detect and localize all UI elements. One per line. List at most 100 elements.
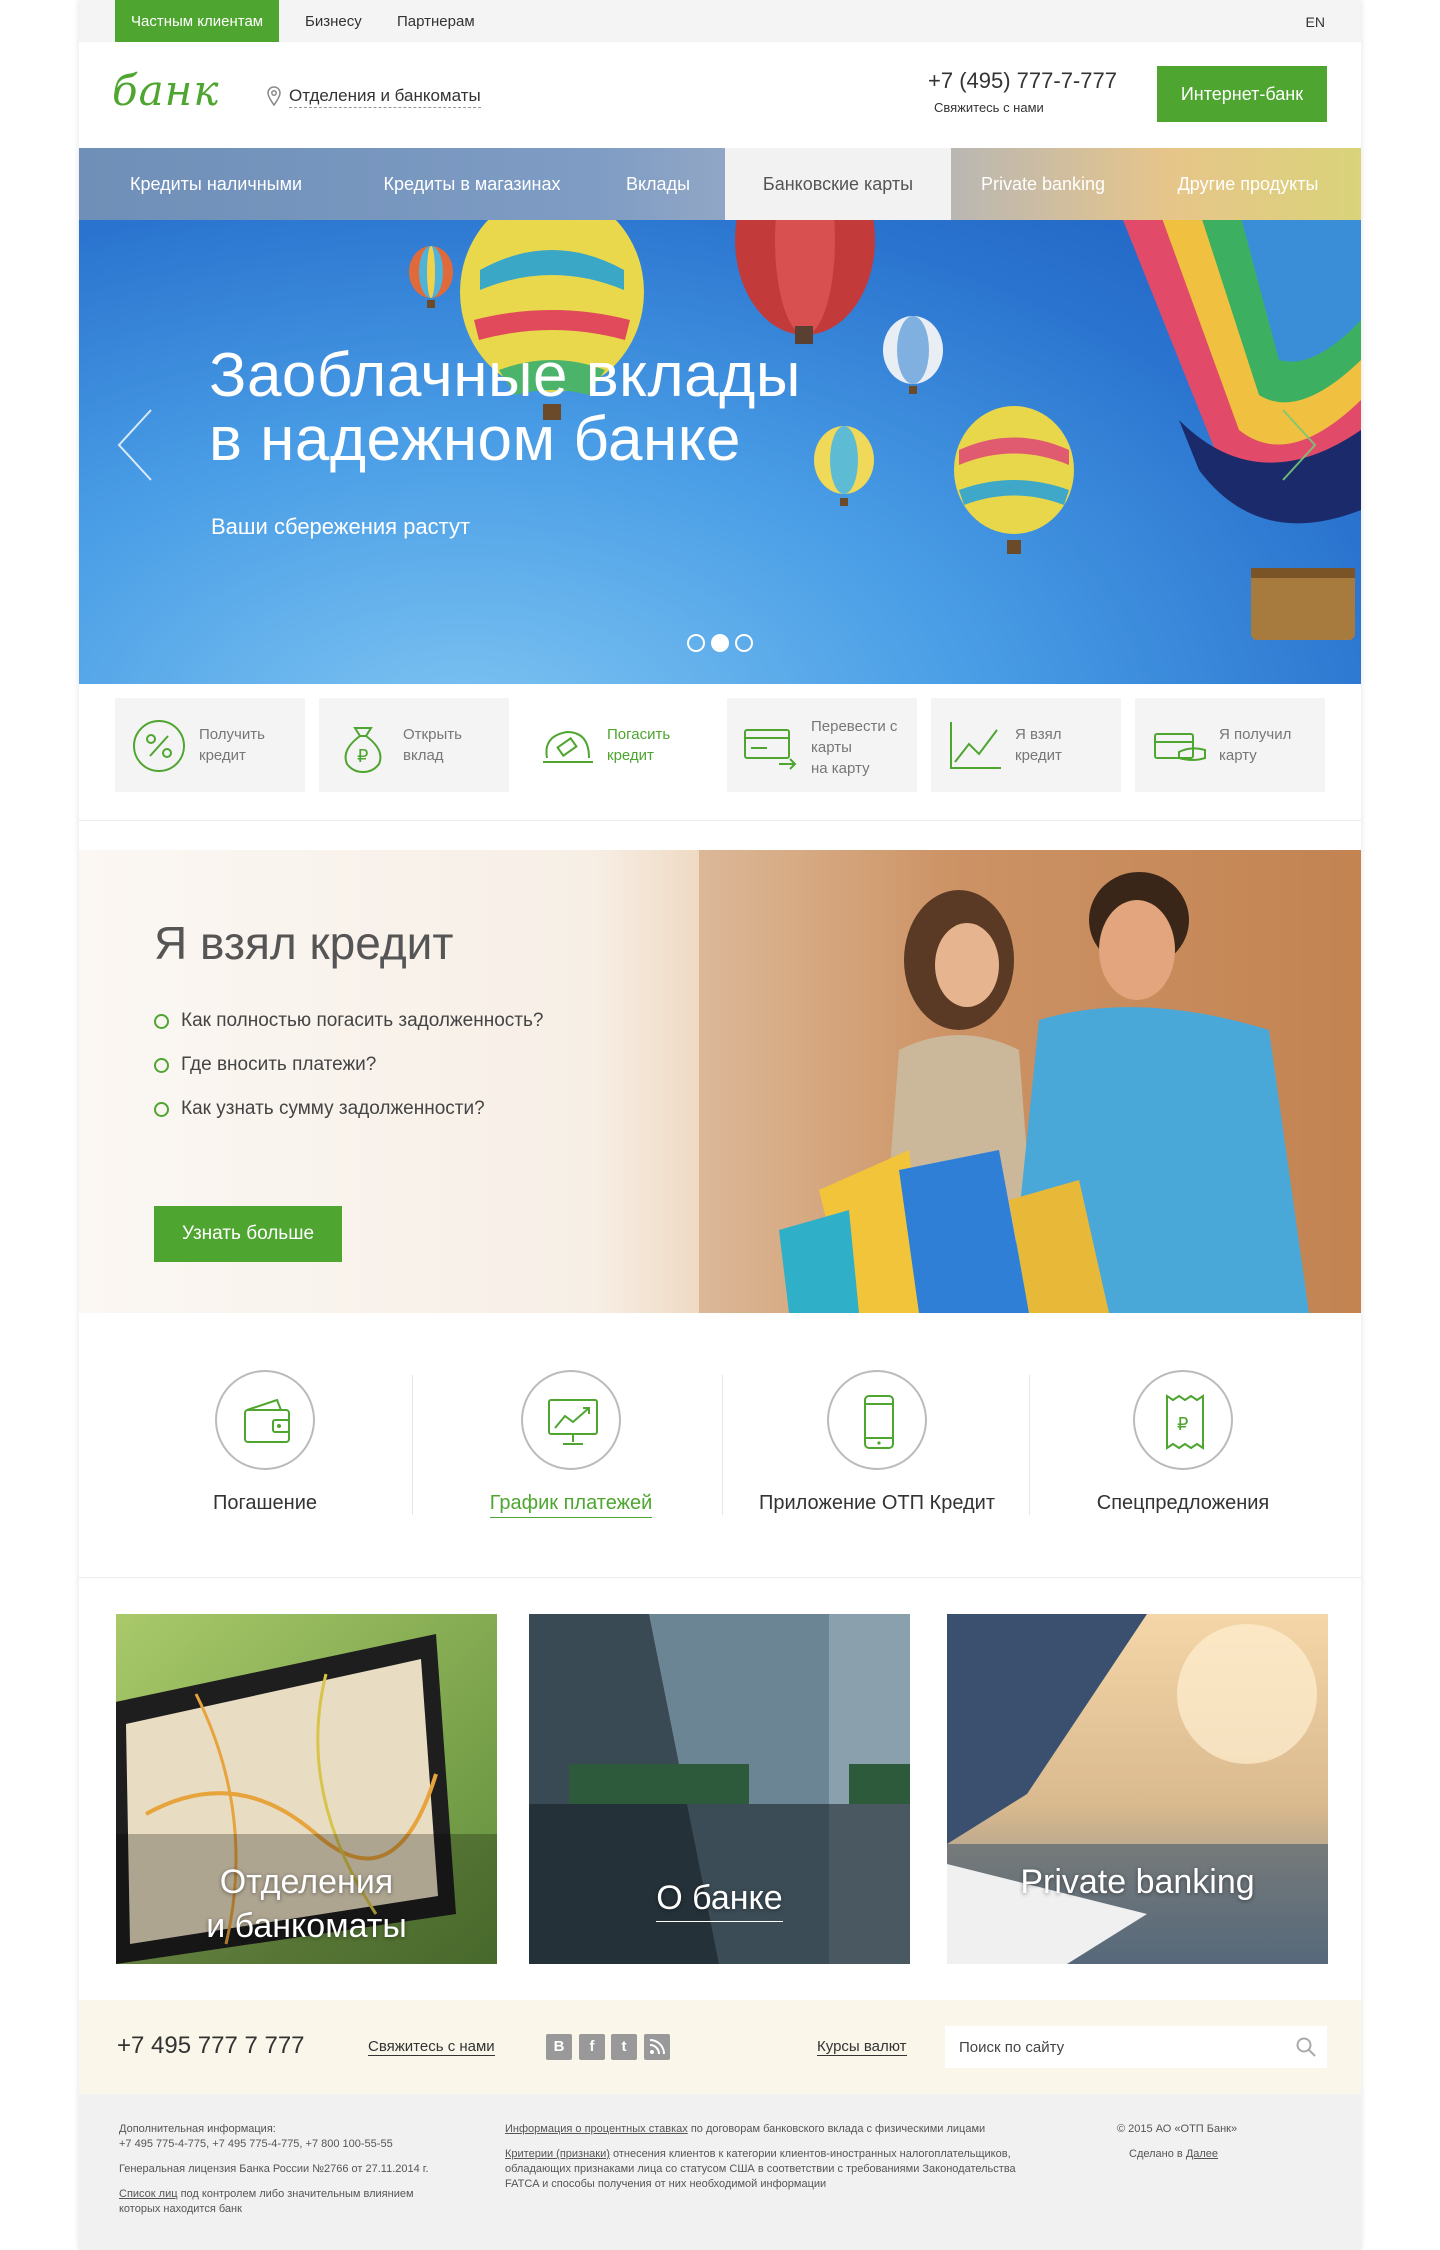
service-icon-circle	[827, 1370, 927, 1470]
promo-faq-item[interactable]: Как узнать сумму задолженности?	[154, 1098, 543, 1142]
tile-branches-atms[interactable]: Отделения и банкоматы	[116, 1614, 497, 1964]
internet-bank-button[interactable]: Интернет-банк	[1157, 66, 1327, 122]
slider-dot-2[interactable]	[711, 634, 729, 652]
divider	[79, 820, 1361, 821]
bullet-circle-icon	[154, 1014, 169, 1029]
quick-action-open-deposit[interactable]: ₽ Открыть вклад	[319, 698, 509, 792]
footer-info-column-1: Дополнительная информация: +7 495 775-4-…	[119, 2122, 429, 2217]
quick-action-repay-credit[interactable]: Погасить кредит	[523, 698, 713, 792]
hero-prev-arrow-icon[interactable]	[115, 408, 155, 482]
service-otp-credit-app[interactable]: Приложение ОТП Кредит	[723, 1370, 1031, 1530]
header-contact-link[interactable]: Свяжитесь с нами	[934, 100, 1044, 115]
money-bag-icon: ₽	[344, 727, 382, 774]
top-bar: Частным клиентам Бизнесу Партнерам EN	[79, 0, 1361, 42]
hero-subtitle: Ваши сбережения растут	[211, 514, 471, 539]
nav-item-other-products[interactable]: Другие продукты	[1135, 148, 1361, 220]
quick-action-get-credit[interactable]: Получить кредит	[115, 698, 305, 792]
quick-action-label: Я взял кредит	[1015, 724, 1062, 766]
payment-hand-icon	[543, 730, 593, 763]
bullet-circle-icon	[154, 1058, 169, 1073]
quick-action-took-credit[interactable]: Я взял кредит	[931, 698, 1121, 792]
nav-item-cash-loans[interactable]: Кредиты наличными	[79, 148, 353, 220]
slider-dot-3[interactable]	[735, 634, 753, 652]
promo-title: Я взял кредит	[154, 917, 454, 969]
quick-action-label-line2: карты	[811, 739, 852, 756]
footer-info: Дополнительная информация: +7 495 775-4-…	[79, 2094, 1361, 2250]
quick-action-label: Я получил карту	[1219, 724, 1291, 766]
header: банк Отделения и банкоматы +7 (495) 777-…	[79, 42, 1361, 148]
footer-bar: +7 495 777 7 777 Свяжитесь с нами В f t …	[79, 2000, 1361, 2094]
hero-title: Заоблачные вклады в надежном банке	[209, 344, 801, 472]
vk-icon[interactable]: В	[546, 2034, 572, 2060]
service-icon-circle: ₽	[1133, 1370, 1233, 1470]
quick-action-label: Погасить кредит	[607, 724, 670, 766]
tile-caption-line1: Private banking	[1020, 1863, 1255, 1901]
search-icon[interactable]	[1295, 2036, 1317, 2058]
promo-faq-item[interactable]: Где вносить платежи?	[154, 1054, 543, 1098]
slider-dot-1[interactable]	[687, 634, 705, 652]
card-hand-icon	[1154, 733, 1206, 761]
tile-caption-line1: Отделения	[219, 1863, 394, 1901]
branches-link[interactable]: Отделения и банкоматы	[267, 86, 481, 108]
wallet-icon	[244, 1398, 290, 1443]
twitter-icon[interactable]: t	[611, 2034, 637, 2060]
control-persons-text: под контролем либо значительным влиянием	[177, 2188, 414, 2200]
fatca-link[interactable]: Критерии (признаки)	[505, 2148, 610, 2160]
promo-faq-item[interactable]: Как полностью погасить задолженность?	[154, 1010, 543, 1054]
learn-more-button[interactable]: Узнать больше	[154, 1206, 342, 1262]
site-search	[945, 2026, 1327, 2068]
quick-action-label-line1: Погасить	[607, 726, 671, 743]
fatca-info: Критерии (признаки) отнесения клиентов к…	[505, 2147, 1065, 2192]
exchange-rates-link[interactable]: Курсы валют	[817, 2038, 907, 2056]
divider	[79, 1577, 1361, 1578]
search-input[interactable]	[945, 2026, 1327, 2068]
nav-item-bank-cards[interactable]: Банковские карты	[725, 148, 951, 220]
quick-action-label-line3: на карту	[811, 760, 870, 777]
quick-action-label-line2: кредит	[199, 747, 246, 764]
monitor-chart-icon	[548, 1399, 598, 1445]
promo-faq-item-label: Где вносить платежи?	[181, 1054, 377, 1075]
hero-slider-dots	[687, 634, 753, 652]
promo-banner: Я взял кредит Как полностью погасить зад…	[79, 850, 1361, 1313]
quick-action-got-card[interactable]: Я получил карту	[1135, 698, 1325, 792]
branches-link-label: Отделения и банкоматы	[289, 86, 481, 108]
card-transfer-icon	[744, 729, 797, 770]
rss-icon[interactable]	[644, 2034, 670, 2060]
service-repayment[interactable]: Погашение	[111, 1370, 419, 1530]
service-payment-schedule[interactable]: График платежей	[417, 1370, 725, 1530]
bullet-circle-icon	[154, 1102, 169, 1117]
tile-private-banking[interactable]: Private banking	[947, 1614, 1328, 1964]
control-persons-link[interactable]: Список лиц	[119, 2188, 178, 2200]
additional-info-title: Дополнительная информация:	[119, 2123, 276, 2135]
segment-business[interactable]: Бизнесу	[305, 0, 362, 42]
promo-faq-item-label: Как полностью погасить задолженность?	[181, 1010, 544, 1031]
language-switch[interactable]: EN	[1306, 0, 1325, 44]
quick-action-label-line1: Я получил	[1219, 726, 1292, 743]
smartphone-icon	[864, 1395, 894, 1449]
footer-contact-link[interactable]: Свяжитесь с нами	[368, 2038, 495, 2056]
quick-action-label-line1: Открыть	[403, 726, 462, 743]
license-text: Генеральная лицензия Банка России №2766 …	[119, 2163, 429, 2175]
segment-private-clients[interactable]: Частным клиентам	[115, 0, 280, 42]
nav-item-private-banking[interactable]: Private banking	[951, 148, 1135, 220]
footer-info-column-2: Информация о процентных ставках по догов…	[505, 2122, 1065, 2192]
tile-caption-line2: и банкоматы	[206, 1907, 407, 1945]
service-special-offers[interactable]: ₽ Спецпредложения	[1029, 1370, 1337, 1530]
segment-partners[interactable]: Партнерам	[397, 0, 475, 42]
service-label: График платежей	[489, 1492, 653, 1518]
facebook-icon[interactable]: f	[579, 2034, 605, 2060]
quick-action-label-line2: кредит	[1015, 747, 1062, 764]
fatca-text-1: отнесения клиентов к категории клиентов-…	[609, 2148, 1011, 2160]
quick-action-label-line2: карту	[1219, 747, 1257, 764]
hero-title-line1: Заоблачные вклады	[209, 341, 801, 410]
hero-next-arrow-icon[interactable]	[1279, 408, 1319, 482]
hero-title-line2: в надежном банке	[209, 405, 742, 474]
tile-about-bank[interactable]: О банке	[529, 1614, 910, 1964]
nav-item-deposits[interactable]: Вклады	[591, 148, 725, 220]
rates-info-link[interactable]: Информация о процентных ставках	[505, 2123, 688, 2135]
made-by-link[interactable]: Далее	[1186, 2148, 1218, 2160]
bank-logo[interactable]: банк	[112, 66, 219, 115]
quick-action-card-transfer[interactable]: Перевести с карты на карту	[727, 698, 917, 792]
made-by-text: Сделано в	[1129, 2148, 1186, 2160]
nav-item-store-loans[interactable]: Кредиты в магазинах	[353, 148, 591, 220]
